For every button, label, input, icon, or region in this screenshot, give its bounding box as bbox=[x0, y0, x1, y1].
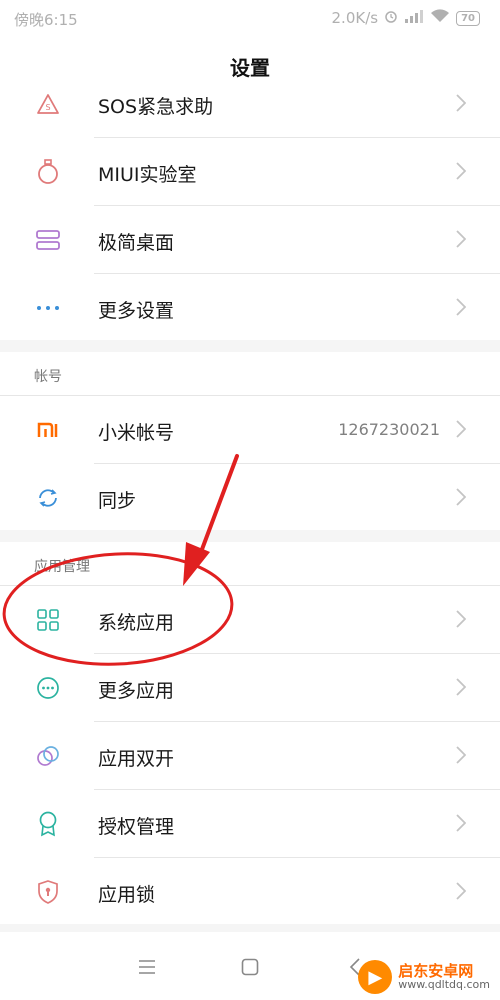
network-speed: 2.0K/s bbox=[331, 9, 379, 27]
more-apps-icon bbox=[34, 676, 62, 700]
watermark-url: www.qdltdq.com bbox=[398, 978, 490, 992]
chevron-right-icon bbox=[456, 882, 466, 900]
chevron-right-icon bbox=[456, 162, 466, 180]
settings-item-label: 授权管理 bbox=[98, 816, 175, 838]
wifi-icon bbox=[430, 9, 450, 27]
settings-section-account: 帐号 小米帐号 1267230021 同步 bbox=[0, 352, 500, 530]
settings-item-more-apps[interactable]: 更多应用 bbox=[0, 654, 500, 722]
home-button[interactable] bbox=[235, 952, 265, 982]
settings-item-label: 极简桌面 bbox=[98, 232, 175, 254]
chevron-right-icon bbox=[456, 230, 466, 248]
chevron-right-icon bbox=[456, 814, 466, 832]
sos-icon: S bbox=[34, 92, 62, 116]
section-title: 帐号 bbox=[34, 369, 62, 385]
settings-item-label: 更多应用 bbox=[98, 680, 175, 702]
settings-section-app-management: 应用管理 系统应用 更多应用 应用双开 授权管理 应用锁 bbox=[0, 542, 500, 924]
chevron-right-icon bbox=[456, 610, 466, 628]
settings-item-more-settings[interactable]: 更多设置 bbox=[0, 274, 500, 342]
settings-item-app-lock[interactable]: 应用锁 bbox=[0, 858, 500, 926]
settings-item-minimal-desktop[interactable]: 极简桌面 bbox=[0, 206, 500, 274]
chevron-right-icon bbox=[456, 488, 466, 506]
flask-icon bbox=[34, 159, 62, 184]
settings-item-label: 系统应用 bbox=[98, 612, 175, 634]
signal-icon bbox=[404, 9, 424, 27]
home-square-icon bbox=[241, 958, 259, 976]
status-right: 2.0K/s 70 bbox=[332, 9, 480, 27]
svg-text:S: S bbox=[45, 103, 50, 112]
menu-icon bbox=[139, 960, 155, 974]
shield-icon bbox=[34, 880, 62, 904]
settings-item-miui-lab[interactable]: MIUI实验室 bbox=[0, 138, 500, 206]
minimal-desktop-icon bbox=[34, 228, 62, 252]
settings-item-label: MIUI实验室 bbox=[98, 164, 197, 186]
section-title: 应用管理 bbox=[34, 559, 90, 575]
settings-item-label: 小米帐号 bbox=[98, 422, 175, 444]
settings-item-sos[interactable]: S SOS紧急求助 bbox=[0, 70, 500, 138]
account-id: 1267230021 bbox=[338, 420, 440, 439]
settings-item-label: 同步 bbox=[98, 490, 137, 512]
dual-apps-icon bbox=[34, 744, 62, 768]
sync-icon bbox=[34, 486, 62, 510]
settings-item-permissions[interactable]: 授权管理 bbox=[0, 790, 500, 858]
settings-item-mi-account[interactable]: 小米帐号 1267230021 bbox=[0, 396, 500, 464]
settings-item-label: SOS紧急求助 bbox=[98, 96, 214, 118]
settings-item-label: 更多设置 bbox=[98, 300, 175, 322]
settings-section-misc: S SOS紧急求助 MIUI实验室 极简桌面 更多设置 bbox=[0, 94, 500, 340]
status-bar: 傍晚6:15 2.0K/s 70 bbox=[0, 0, 500, 36]
settings-item-label: 应用双开 bbox=[98, 748, 175, 770]
watermark: ▶ 启东安卓网 www.qdltdq.com bbox=[358, 960, 490, 994]
watermark-text: 启东安卓网 www.qdltdq.com bbox=[398, 963, 490, 992]
section-header: 应用管理 bbox=[0, 542, 500, 586]
status-time: 傍晚6:15 bbox=[14, 11, 78, 29]
mi-logo-icon bbox=[34, 418, 62, 442]
chevron-right-icon bbox=[456, 298, 466, 316]
alarm-icon bbox=[384, 9, 398, 27]
settings-item-dual-apps[interactable]: 应用双开 bbox=[0, 722, 500, 790]
battery-indicator: 70 bbox=[456, 10, 480, 26]
menu-button[interactable] bbox=[132, 952, 162, 982]
watermark-logo-icon: ▶ bbox=[358, 960, 393, 994]
more-dots-icon bbox=[34, 296, 62, 320]
settings-item-sync[interactable]: 同步 bbox=[0, 464, 500, 532]
section-header: 帐号 bbox=[0, 352, 500, 396]
apps-grid-icon bbox=[34, 608, 62, 632]
chevron-right-icon bbox=[456, 746, 466, 764]
settings-item-system-apps[interactable]: 系统应用 bbox=[0, 586, 500, 654]
chevron-right-icon bbox=[456, 94, 466, 112]
badge-icon bbox=[34, 811, 62, 837]
settings-item-label: 应用锁 bbox=[98, 884, 156, 906]
chevron-right-icon bbox=[456, 420, 466, 438]
chevron-right-icon bbox=[456, 678, 466, 696]
watermark-title: 启东安卓网 bbox=[398, 961, 474, 980]
